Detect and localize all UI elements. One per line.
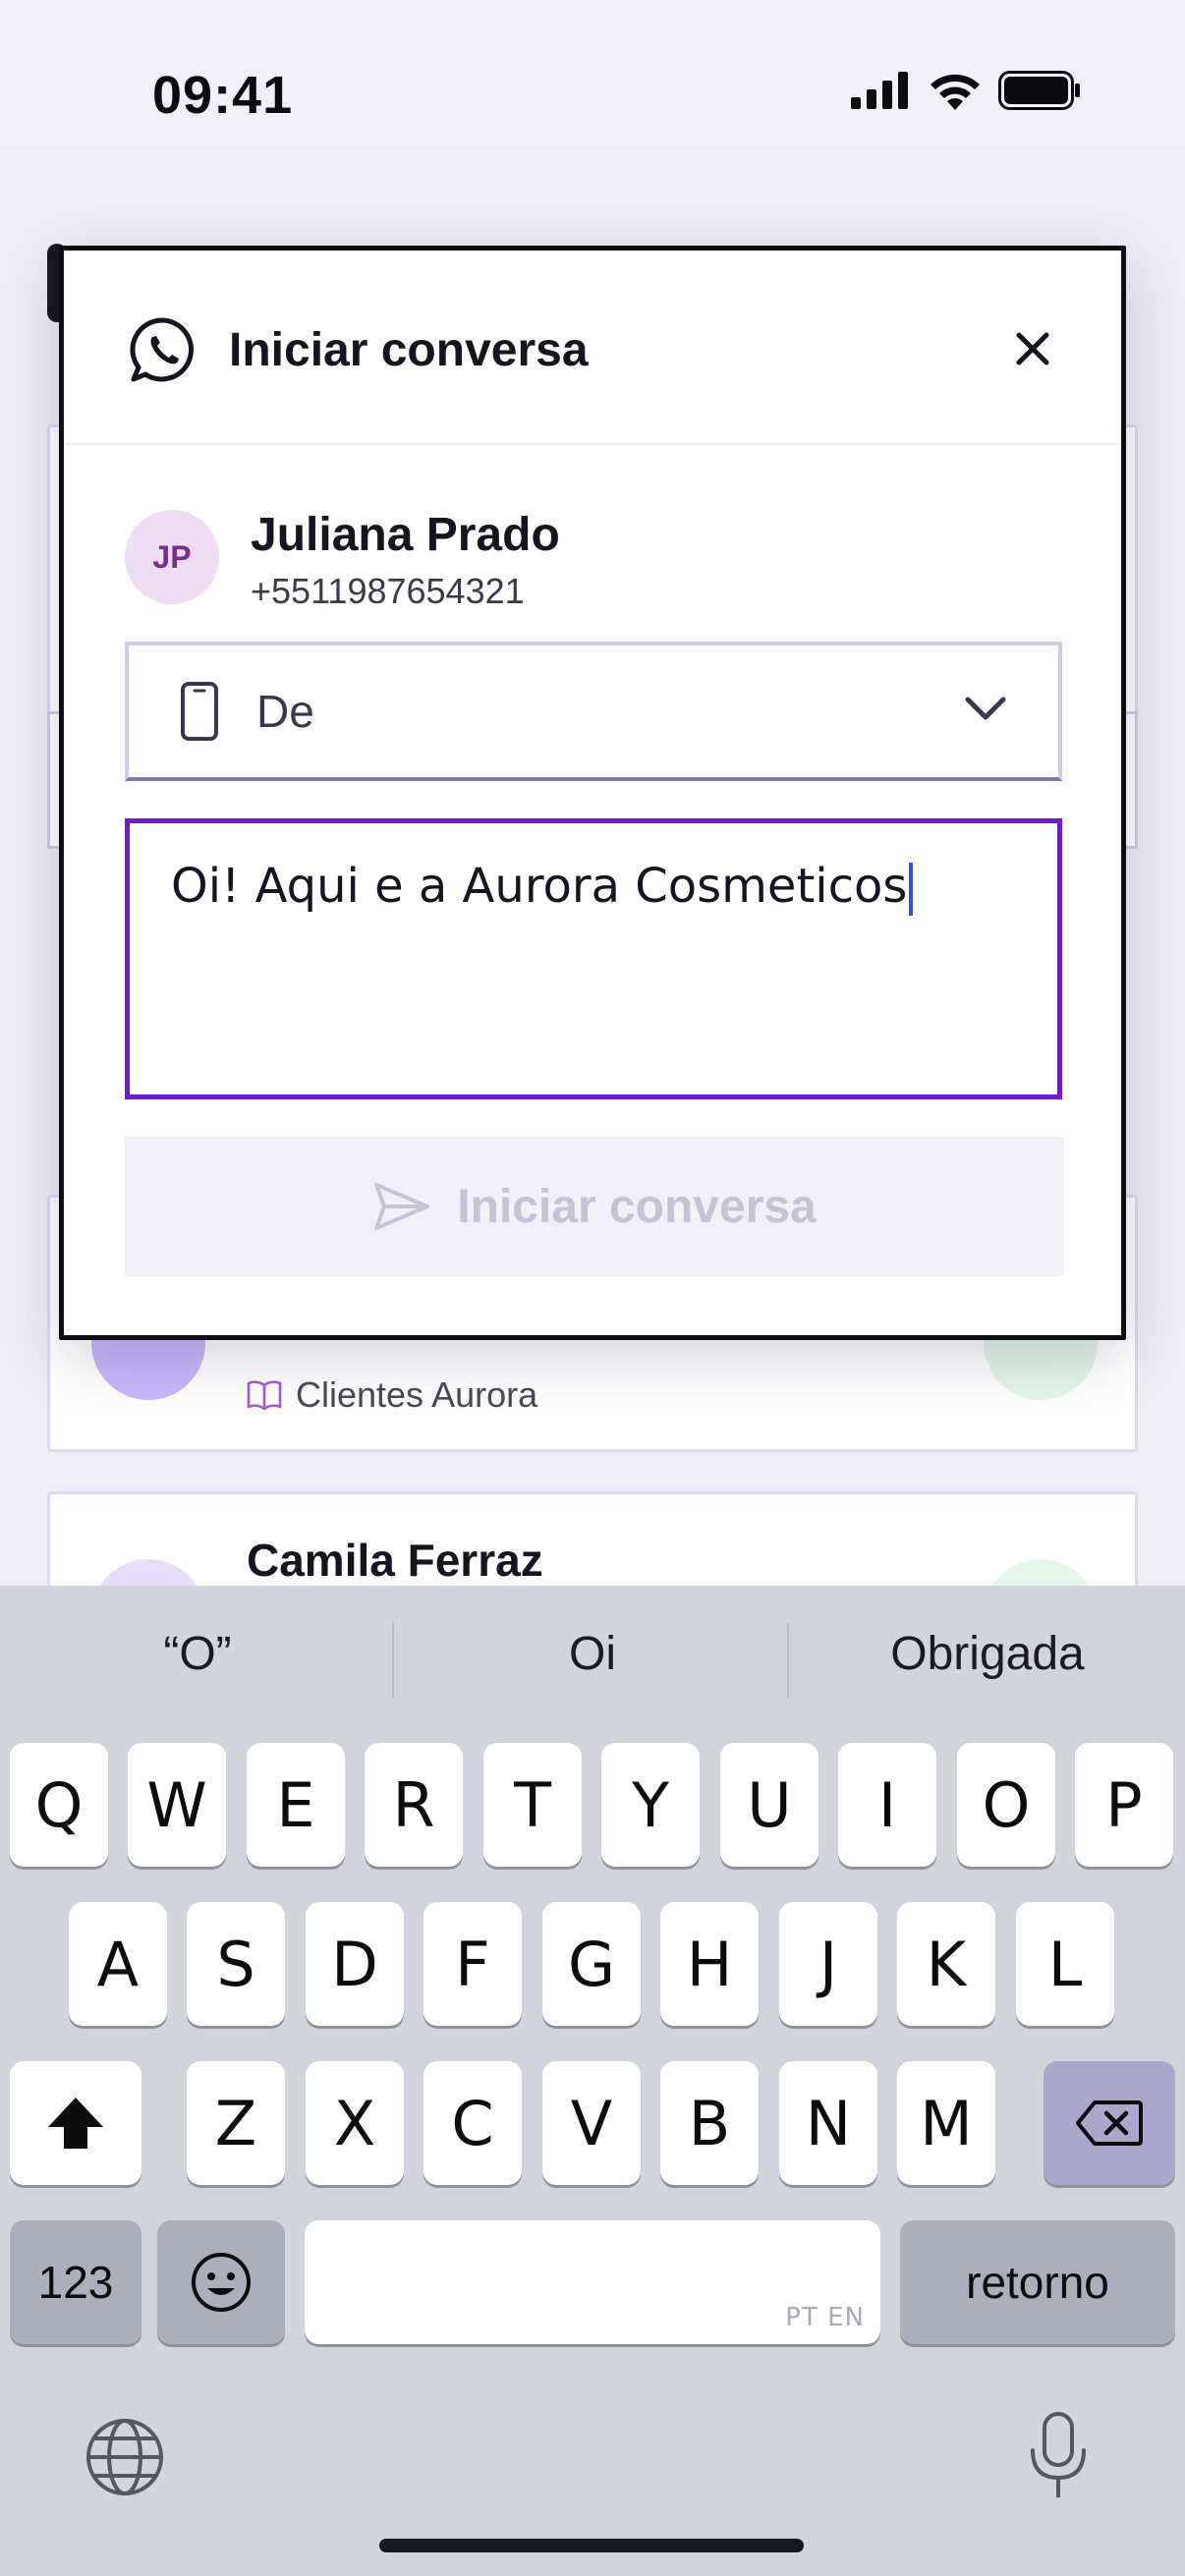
space-language-label: PT EN — [785, 2303, 865, 2332]
key-r[interactable]: R — [365, 1743, 463, 1867]
key-d[interactable]: D — [306, 1902, 404, 2026]
smartphone-icon — [181, 682, 218, 741]
contact-avatar: JP — [125, 510, 219, 604]
start-conversation-button[interactable]: Iniciar conversa — [125, 1137, 1064, 1276]
microphone-icon[interactable] — [1028, 2411, 1089, 2501]
dialog-header: Iniciar conversa — [64, 251, 1121, 445]
contact-tag: Clientes Aurora — [247, 1374, 537, 1416]
key-k[interactable]: K — [897, 1902, 995, 2026]
cellular-signal-icon — [851, 72, 908, 109]
send-icon — [374, 1183, 430, 1230]
message-value: Oi! Aqui e a Aurora Cosmeticos — [171, 859, 908, 914]
start-button-label: Iniciar conversa — [457, 1180, 817, 1233]
return-key[interactable]: retorno — [900, 2220, 1175, 2344]
key-x[interactable]: X — [306, 2061, 404, 2185]
backspace-icon — [1076, 2100, 1143, 2146]
suggestion-divider — [392, 1623, 394, 1698]
key-a[interactable]: A — [69, 1902, 167, 2026]
chevron-down-icon — [965, 697, 1006, 720]
key-v[interactable]: V — [542, 2061, 641, 2185]
emoji-icon — [192, 2253, 251, 2312]
status-icons — [851, 71, 1081, 110]
key-l[interactable]: L — [1016, 1902, 1114, 2026]
key-f[interactable]: F — [423, 1902, 522, 2026]
key-m[interactable]: M — [897, 2061, 995, 2185]
message-text-wrapper: Oi! Aqui e a Aurora Cosmeticos — [171, 859, 914, 916]
suggestion-item[interactable]: Obrigada — [790, 1627, 1185, 1681]
key-p[interactable]: P — [1075, 1743, 1173, 1867]
whatsapp-icon — [130, 317, 194, 382]
start-conversation-dialog: Iniciar conversa JP Juliana Prado +55119… — [59, 246, 1126, 1340]
key-b[interactable]: B — [660, 2061, 759, 2185]
from-select-label: De — [256, 686, 314, 737]
shift-key[interactable] — [10, 2061, 141, 2185]
from-number-select[interactable]: De — [125, 642, 1062, 781]
status-bar: 09:41 — [0, 0, 1185, 147]
home-indicator — [379, 2539, 804, 2552]
key-i[interactable]: I — [838, 1743, 936, 1867]
emoji-key[interactable] — [157, 2220, 285, 2344]
key-y[interactable]: Y — [601, 1743, 700, 1867]
contact-name: Camila Ferraz — [247, 1535, 543, 1586]
suggestion-item[interactable]: Oi — [395, 1627, 790, 1681]
key-w[interactable]: W — [128, 1743, 226, 1867]
shift-icon — [48, 2098, 103, 2149]
key-c[interactable]: C — [423, 2061, 522, 2185]
numbers-key[interactable]: 123 — [10, 2220, 141, 2344]
key-j[interactable]: J — [779, 1902, 877, 2026]
contact-tag-label: Clientes Aurora — [296, 1374, 538, 1415]
globe-icon[interactable] — [85, 2417, 165, 2497]
suggestion-divider — [787, 1623, 789, 1698]
text-cursor — [909, 863, 914, 916]
close-icon[interactable] — [1009, 325, 1056, 372]
dialog-title: Iniciar conversa — [229, 324, 589, 376]
contact-phone: +5511987654321 — [251, 571, 525, 611]
key-e[interactable]: E — [247, 1743, 345, 1867]
key-g[interactable]: G — [542, 1902, 641, 2026]
suggestion-bar: “O” Oi Obrigada — [0, 1586, 1185, 1739]
battery-icon — [998, 71, 1080, 110]
space-key[interactable]: PT EN — [305, 2220, 880, 2344]
book-icon — [247, 1380, 282, 1410]
key-z[interactable]: Z — [187, 2061, 285, 2185]
key-s[interactable]: S — [187, 1902, 285, 2026]
backspace-key[interactable] — [1044, 2061, 1175, 2185]
message-textarea[interactable]: Oi! Aqui e a Aurora Cosmeticos — [125, 818, 1062, 1099]
keyboard: “O” Oi Obrigada Q W E R T Y U I O P A S … — [0, 1586, 1185, 2576]
key-u[interactable]: U — [720, 1743, 818, 1867]
contact-name: Juliana Prado — [251, 509, 560, 561]
key-q[interactable]: Q — [10, 1743, 108, 1867]
key-n[interactable]: N — [779, 2061, 877, 2185]
key-t[interactable]: T — [483, 1743, 582, 1867]
key-h[interactable]: H — [660, 1902, 759, 2026]
status-time: 09:41 — [152, 66, 294, 125]
suggestion-item[interactable]: “O” — [0, 1627, 395, 1681]
key-o[interactable]: O — [957, 1743, 1055, 1867]
wifi-icon — [931, 74, 980, 110]
